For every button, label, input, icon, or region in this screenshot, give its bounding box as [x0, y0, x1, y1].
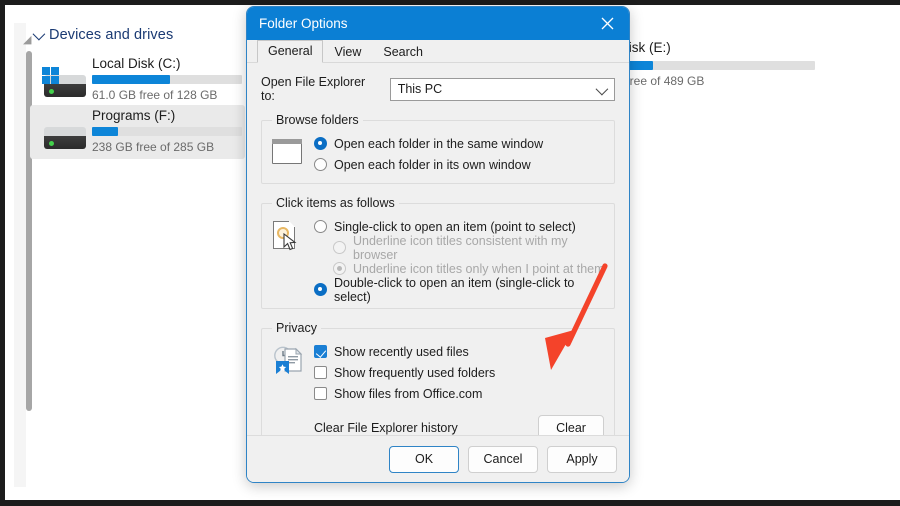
- dialog-titlebar[interactable]: Folder Options: [247, 7, 629, 40]
- option-label: Double-click to open an item (single-cli…: [334, 275, 575, 304]
- hard-drive-icon: [42, 119, 88, 149]
- option-label: Open each folder in its own window: [334, 157, 531, 172]
- open-file-explorer-row: Open File Explorer to: This PC: [261, 75, 615, 103]
- checkbox-show-frequently-used-folders[interactable]: Show frequently used folders: [314, 362, 606, 383]
- privacy-legend: Privacy: [276, 321, 317, 335]
- open-file-explorer-select[interactable]: This PC: [389, 77, 615, 101]
- checkbox-show-files-from-office[interactable]: Show files from Office.com: [314, 383, 606, 404]
- drive-free-label: 238 GB free of 285 GB: [92, 140, 215, 154]
- option-label: Single-click to open an item (point to s…: [334, 219, 576, 234]
- hard-drive-icon: [42, 67, 88, 97]
- chevron-down-icon[interactable]: [32, 27, 46, 40]
- option-label: Open each folder in the same window: [334, 136, 544, 151]
- folder-options-dialog: Folder Options General View Search Open …: [246, 6, 630, 483]
- drive-free-label: 61.0 GB free of 128 GB: [92, 88, 218, 102]
- dialog-tabstrip: General View Search: [247, 40, 629, 63]
- dialog-footer: OK Cancel Apply: [247, 435, 629, 482]
- checkbox-show-recently-used-files[interactable]: Show recently used files: [314, 341, 606, 362]
- windows-logo-icon: [42, 67, 59, 84]
- checkbox-indicator[interactable]: [314, 387, 327, 400]
- ok-button[interactable]: OK: [389, 445, 459, 473]
- radio-underline-consistent: Underline icon titles consistent with my…: [314, 234, 606, 262]
- window-top-edge: [0, 0, 900, 5]
- drive-tile-local-disk-c[interactable]: Local Disk (C:) 61.0 GB free of 128 GB: [30, 53, 245, 107]
- radio-indicator[interactable]: [314, 158, 327, 171]
- checkbox-indicator[interactable]: [314, 366, 327, 379]
- window-left-edge: [0, 0, 5, 506]
- cancel-button[interactable]: Cancel: [468, 445, 538, 473]
- tab-search[interactable]: Search: [372, 41, 434, 63]
- drive-name-label: Local Disk (C:): [92, 56, 181, 71]
- privacy-group: Privacy Show recently used files Show fr…: [261, 321, 615, 449]
- browse-folders-legend: Browse folders: [276, 113, 359, 127]
- click-items-group: Click items as follows Single-click to o…: [261, 196, 615, 309]
- drive-capacity-bar: [615, 61, 815, 70]
- radio-open-same-window[interactable]: Open each folder in the same window: [314, 133, 606, 154]
- radio-indicator: [333, 241, 346, 254]
- option-label: Show frequently used folders: [334, 365, 496, 380]
- window-bottom-edge: [0, 500, 900, 506]
- radio-indicator[interactable]: [314, 137, 327, 150]
- drive-tile-programs-f[interactable]: Programs (F:) 238 GB free of 285 GB: [30, 105, 245, 159]
- chevron-down-icon[interactable]: [595, 82, 609, 95]
- window-icon: [270, 133, 314, 175]
- drive-tile-disk-e[interactable]: Disk (E:) B free of 489 GB: [603, 37, 883, 91]
- option-label: Show recently used files: [334, 344, 469, 359]
- radio-indicator[interactable]: [314, 220, 327, 233]
- dialog-title: Folder Options: [259, 16, 348, 31]
- option-label: Show files from Office.com: [334, 386, 483, 401]
- recent-files-icon: [270, 341, 314, 404]
- open-file-explorer-label: Open File Explorer to:: [261, 75, 366, 103]
- devices-and-drives-header[interactable]: Devices and drives: [32, 27, 174, 43]
- group-header-label: Devices and drives: [49, 27, 174, 43]
- dialog-body: Open File Explorer to: This PC Browse fo…: [247, 75, 629, 482]
- radio-indicator: [333, 262, 346, 275]
- radio-double-click[interactable]: Double-click to open an item (single-cli…: [314, 276, 606, 304]
- apply-button[interactable]: Apply: [547, 445, 617, 473]
- drive-tile-disk-e-clip: Disk (E:) B free of 489 GB: [603, 30, 900, 100]
- drive-capacity-bar: [92, 127, 242, 136]
- screenshot-root: ◢ Devices and drives Local Disk (C:) 61.…: [0, 0, 900, 506]
- checkbox-indicator[interactable]: [314, 345, 327, 358]
- browse-folders-group: Browse folders Open each folder in the s…: [261, 113, 615, 184]
- close-icon[interactable]: [585, 7, 629, 40]
- clear-history-label: Clear File Explorer history: [314, 420, 458, 435]
- pointer-click-icon: [270, 216, 314, 300]
- drive-capacity-bar: [92, 75, 242, 84]
- vertical-scrollbar[interactable]: [14, 23, 32, 487]
- tab-view[interactable]: View: [323, 41, 372, 63]
- click-items-legend: Click items as follows: [276, 196, 395, 210]
- radio-indicator[interactable]: [314, 283, 327, 296]
- tab-general[interactable]: General: [257, 40, 324, 63]
- radio-open-own-window[interactable]: Open each folder in its own window: [314, 154, 606, 175]
- option-label: Underline icon titles consistent with my…: [353, 233, 568, 262]
- drive-name-label: Programs (F:): [92, 108, 176, 123]
- option-label: Underline icon titles only when I point …: [353, 261, 605, 276]
- open-file-explorer-value: This PC: [397, 82, 443, 96]
